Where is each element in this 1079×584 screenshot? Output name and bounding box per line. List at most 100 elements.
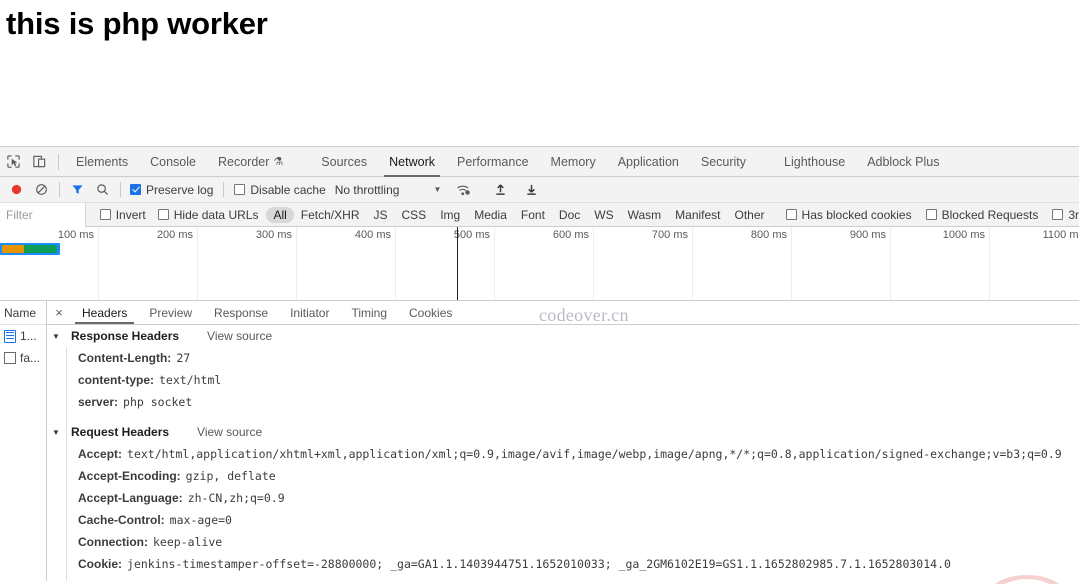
header-value: text/html,application/xhtml+xml,applicat… <box>127 447 1062 461</box>
type-filter-img[interactable]: Img <box>433 207 467 223</box>
filter-input[interactable]: Filter <box>0 202 86 227</box>
tab-sources[interactable]: Sources <box>310 147 378 177</box>
tab-memory[interactable]: Memory <box>540 147 607 177</box>
request-details-pane: × Headers Preview Response Initiator Tim… <box>47 301 1079 581</box>
blocked-requests-checkbox-box <box>925 209 937 220</box>
header-row: Cache-Control: max-age=0 <box>47 509 1079 531</box>
tab-security[interactable]: Security <box>690 147 757 177</box>
tab-console[interactable]: Console <box>139 147 207 177</box>
tab-application-label: Application <box>617 154 679 169</box>
tab-lighthouse-label: Lighthouse <box>784 154 846 169</box>
type-filter-fetch-xhr[interactable]: Fetch/XHR <box>294 207 367 223</box>
device-toolbar-icon[interactable] <box>26 149 52 175</box>
request-name: fa... <box>20 351 41 365</box>
inspect-element-icon[interactable] <box>0 149 26 175</box>
tab-timing[interactable]: Timing <box>340 301 398 324</box>
network-split-pane: Name 1... fa... × Headers Preview Respon… <box>0 301 1079 581</box>
export-har-icon[interactable] <box>519 177 544 202</box>
preserve-log-label: Preserve log <box>146 182 214 197</box>
tab-response-label: Response <box>214 305 269 320</box>
tab-network[interactable]: Network <box>378 147 446 177</box>
preserve-log-checkbox[interactable]: Preserve log <box>130 183 213 197</box>
view-source-link[interactable]: View source <box>197 425 262 439</box>
generic-file-icon <box>4 352 16 364</box>
tab-response[interactable]: Response <box>203 301 279 324</box>
tab-adblock-plus[interactable]: Adblock Plus <box>856 147 950 177</box>
tab-elements[interactable]: Elements <box>65 147 139 177</box>
tab-cookies[interactable]: Cookies <box>398 301 463 324</box>
header-name: Content-Length: <box>78 351 172 365</box>
third-party-requests-label: 3r <box>1068 207 1079 222</box>
timeline-tick-label: 1100 ms <box>1042 229 1079 241</box>
timeline-tick-label: 100 ms <box>57 229 94 241</box>
tab-recorder[interactable]: Recorder ⚗ <box>207 147 294 177</box>
filter-icon[interactable] <box>65 177 90 202</box>
disable-cache-checkbox[interactable]: Disable cache <box>234 183 326 197</box>
header-value: php socket <box>123 395 193 409</box>
type-filter-js[interactable]: JS <box>366 207 394 223</box>
chevron-down-icon[interactable]: ▼ <box>52 332 61 341</box>
type-filter-media[interactable]: Media <box>467 207 514 223</box>
tab-lighthouse[interactable]: Lighthouse <box>773 147 856 177</box>
header-name: Cache-Control: <box>78 513 165 527</box>
clear-button[interactable] <box>29 177 54 202</box>
view-source-link[interactable]: View source <box>207 329 272 343</box>
type-filter-wasm[interactable]: Wasm <box>621 207 669 223</box>
timeline-tick-label: 300 ms <box>255 229 292 241</box>
timeline-tick: 400 ms <box>297 227 396 300</box>
header-row: Connection: keep-alive <box>47 531 1079 553</box>
timeline-tick: 1000 ms <box>891 227 990 300</box>
timeline-tick-label: 200 ms <box>156 229 193 241</box>
tab-performance[interactable]: Performance <box>446 147 540 177</box>
toolbar-divider <box>58 153 59 170</box>
hide-data-urls-label: Hide data URLs <box>173 207 259 222</box>
import-har-icon[interactable] <box>488 177 513 202</box>
has-blocked-cookies-checkbox[interactable]: Has blocked cookies <box>785 208 912 222</box>
hide-data-urls-checkbox-box <box>157 209 169 220</box>
network-conditions-icon[interactable] <box>451 177 476 202</box>
third-party-requests-checkbox[interactable]: 3r <box>1052 208 1079 222</box>
type-filter-other[interactable]: Other <box>728 207 772 223</box>
timeline-tick: 800 ms <box>693 227 792 300</box>
tab-initiator[interactable]: Initiator <box>279 301 340 324</box>
chevron-down-icon[interactable]: ▼ <box>52 428 61 437</box>
network-overview-timeline[interactable]: 100 ms 200 ms 300 ms 400 ms 500 ms 600 m… <box>0 227 1079 301</box>
timeline-tick-label: 400 ms <box>354 229 391 241</box>
tab-preview[interactable]: Preview <box>138 301 203 324</box>
timeline-tick: 900 ms <box>792 227 891 300</box>
panel-tabs: Elements Console Recorder ⚗ Sources Netw… <box>65 147 950 177</box>
type-filter-all[interactable]: All <box>266 206 294 223</box>
header-value: keep-alive <box>153 535 223 549</box>
header-value: gzip, deflate <box>185 469 276 483</box>
table-row[interactable]: fa... <box>0 347 46 369</box>
type-filter-manifest[interactable]: Manifest <box>668 207 727 223</box>
search-icon[interactable] <box>90 177 115 202</box>
timing-segment-download <box>24 245 57 253</box>
filter-placeholder: Filter <box>6 207 33 222</box>
section-response-headers[interactable]: ▼ Response Headers View source <box>47 325 1079 347</box>
invert-checkbox[interactable]: Invert <box>99 208 146 222</box>
section-rail <box>66 347 67 581</box>
type-filter-font[interactable]: Font <box>514 207 552 223</box>
header-name: server: <box>78 395 119 409</box>
preserve-log-checkbox-box <box>130 184 141 195</box>
tab-security-label: Security <box>700 154 747 169</box>
hide-data-urls-checkbox[interactable]: Hide data URLs <box>157 207 259 222</box>
throttling-select[interactable]: No throttling ▼ <box>335 183 442 197</box>
section-request-headers[interactable]: ▼ Request Headers View source <box>47 421 1079 443</box>
type-filter-css[interactable]: CSS <box>395 207 434 223</box>
blocked-requests-checkbox[interactable]: Blocked Requests <box>925 208 1038 222</box>
tab-headers[interactable]: Headers <box>71 301 138 324</box>
type-filter-ws[interactable]: WS <box>587 207 620 223</box>
tab-group-separator <box>294 147 310 177</box>
request-list-header[interactable]: Name <box>0 301 46 325</box>
record-button[interactable] <box>4 177 29 202</box>
type-filter-doc[interactable]: Doc <box>552 207 587 223</box>
close-icon[interactable]: × <box>47 301 71 324</box>
table-row[interactable]: 1... <box>0 325 46 347</box>
devtools-panel: Elements Console Recorder ⚗ Sources Netw… <box>0 146 1079 584</box>
tab-application[interactable]: Application <box>607 147 690 177</box>
devtools-tabbar: Elements Console Recorder ⚗ Sources Netw… <box>0 147 1079 177</box>
request-list: Name 1... fa... <box>0 301 47 581</box>
header-value: zh-CN,zh;q=0.9 <box>187 491 285 505</box>
